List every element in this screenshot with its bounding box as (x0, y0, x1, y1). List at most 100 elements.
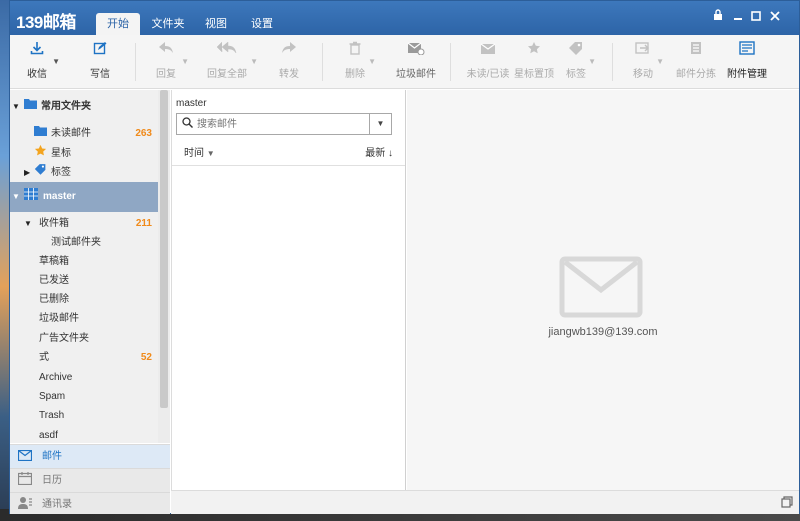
lock-icon[interactable] (710, 9, 726, 25)
arrow-down-icon: ↓ (388, 148, 393, 159)
title-bar: 139邮箱 开始 文件夹 视图 设置 (10, 1, 799, 35)
account-email: jiangwb139@139.com (548, 326, 658, 338)
folder-group-common[interactable]: ▼ 常用文件夹 (10, 97, 158, 116)
tag-icon (34, 163, 47, 182)
folder-sent[interactable]: 已发送 (10, 271, 158, 290)
reply-button[interactable]: 回复 ▼ (153, 41, 189, 80)
message-list-pane: master ▼ 时间 ▼ 最新 ↓ (171, 90, 406, 490)
chevron-down-icon: ▼ (206, 149, 215, 158)
chevron-down-icon[interactable]: ▼ (368, 57, 376, 66)
folder-tags[interactable]: ▶ 标签 (10, 163, 158, 182)
ribbon-toolbar: 收信 ▼ 写信 回复 ▼ 回复全部 ▼ 转发 删除 ▼ 垃圾邮件 未读/已读 星… (10, 35, 799, 89)
calendar-icon (17, 469, 33, 493)
folder-icon (34, 124, 47, 143)
status-bar (171, 490, 799, 514)
expand-triangle-icon[interactable]: ▼ (12, 182, 20, 212)
list-account-label: master (176, 98, 207, 109)
folder-shi[interactable]: 式 52 (10, 348, 158, 367)
expand-triangle-icon[interactable]: ▼ (24, 214, 32, 233)
collapse-triangle-icon[interactable]: ▶ (24, 163, 30, 182)
chevron-down-icon[interactable]: ▼ (52, 57, 60, 66)
unread-count-badge: 263 (135, 128, 152, 139)
reply-all-icon (206, 41, 248, 61)
receive-button[interactable]: 收信 ▼ (24, 41, 60, 80)
restore-window-icon[interactable] (781, 496, 793, 511)
move-button[interactable]: 移动 ▼ (632, 41, 664, 80)
mail-client-window: 139邮箱 开始 文件夹 视图 设置 收信 ▼ 写信 回复 ▼ 回复全部 ▼ 转… (9, 0, 800, 514)
compose-icon (86, 41, 114, 61)
contacts-icon (18, 493, 32, 517)
tag-icon (566, 41, 586, 61)
tab-folder[interactable]: 文件夹 (144, 13, 192, 35)
folder-drafts[interactable]: 草稿箱 (10, 252, 158, 271)
star-icon (513, 41, 555, 61)
reading-pane: jiangwb139@139.com (407, 90, 799, 490)
empty-envelope-icon (559, 256, 643, 321)
folder-starred[interactable]: 星标 (10, 144, 158, 163)
folder-spam[interactable]: Spam (10, 387, 158, 406)
chevron-down-icon[interactable]: ▼ (588, 57, 596, 66)
folder-scrollbar[interactable] (160, 90, 168, 408)
folder-archive[interactable]: Archive (10, 368, 158, 387)
download-icon (24, 41, 50, 61)
reply-all-button[interactable]: 回复全部 ▼ (206, 41, 258, 80)
search-icon (182, 117, 193, 131)
nav-calendar[interactable]: 日历 (10, 468, 170, 492)
folder-deleted[interactable]: 已删除 (10, 290, 158, 309)
envelope-icon (466, 41, 510, 61)
ribbon-separator (450, 43, 451, 81)
mail-sort-icon (676, 41, 716, 61)
folder-junk[interactable]: 垃圾邮件 (10, 309, 158, 328)
folder-unread[interactable]: 未读邮件 263 (10, 124, 158, 143)
reply-icon (153, 41, 179, 61)
tab-view[interactable]: 视图 (196, 13, 236, 35)
forward-icon (278, 41, 300, 61)
account-master[interactable]: ▼ master (10, 182, 158, 212)
forward-button[interactable]: 转发 (278, 41, 300, 80)
sort-order-toggle[interactable]: 最新 ↓ (365, 142, 393, 166)
desktop-background-strip (0, 0, 9, 521)
trash-icon (344, 41, 366, 61)
sort-field-dropdown[interactable]: 时间 ▼ (184, 142, 215, 166)
star-top-button[interactable]: 星标置顶 (513, 41, 555, 80)
delete-button[interactable]: 删除 ▼ (344, 41, 376, 80)
chevron-down-icon[interactable]: ▼ (181, 57, 189, 66)
ribbon-separator (135, 43, 136, 81)
tag-button[interactable]: 标签 ▼ (566, 41, 596, 80)
folder-trash[interactable]: Trash (10, 406, 158, 425)
mailbox-grid-icon (24, 182, 38, 212)
maximize-icon[interactable] (748, 9, 764, 25)
folder-inbox[interactable]: ▼ 收件箱 211 (10, 214, 158, 233)
ribbon-separator (322, 43, 323, 81)
chevron-down-icon[interactable]: ▼ (656, 57, 664, 66)
search-input[interactable] (197, 116, 367, 132)
app-logo: 139邮箱 (16, 13, 76, 32)
close-icon[interactable] (767, 9, 783, 25)
junk-button[interactable]: 垃圾邮件 (396, 41, 436, 80)
folder-test[interactable]: 测试邮件夹 (10, 233, 158, 252)
compose-button[interactable]: 写信 (86, 41, 114, 80)
attachments-button[interactable]: 附件管理 (726, 41, 768, 80)
search-dropdown-button[interactable]: ▼ (369, 114, 391, 134)
unread-read-button[interactable]: 未读/已读 (466, 41, 510, 80)
mail-icon (17, 445, 33, 469)
folder-icon (24, 97, 37, 116)
folder-asdf[interactable]: asdf (10, 426, 158, 443)
nav-mail[interactable]: 邮件 (10, 444, 170, 468)
search-box[interactable]: ▼ (176, 113, 392, 135)
ribbon-separator (612, 43, 613, 81)
folder-ads[interactable]: 广告文件夹 (10, 329, 158, 348)
star-icon (34, 144, 47, 164)
inbox-count-badge: 211 (135, 218, 152, 229)
minimize-icon[interactable] (730, 9, 746, 25)
sort-mail-button[interactable]: 邮件分拣 (676, 41, 716, 80)
sort-bar: 时间 ▼ 最新 ↓ (172, 142, 405, 166)
attachment-manager-icon (726, 41, 768, 61)
move-icon (632, 41, 654, 61)
junk-mail-icon (396, 41, 436, 61)
chevron-down-icon[interactable]: ▼ (250, 57, 258, 66)
nav-contacts[interactable]: 通讯录 (10, 492, 170, 514)
expand-triangle-icon[interactable]: ▼ (12, 97, 20, 116)
tab-start[interactable]: 开始 (96, 13, 140, 35)
tab-settings[interactable]: 设置 (242, 13, 282, 35)
